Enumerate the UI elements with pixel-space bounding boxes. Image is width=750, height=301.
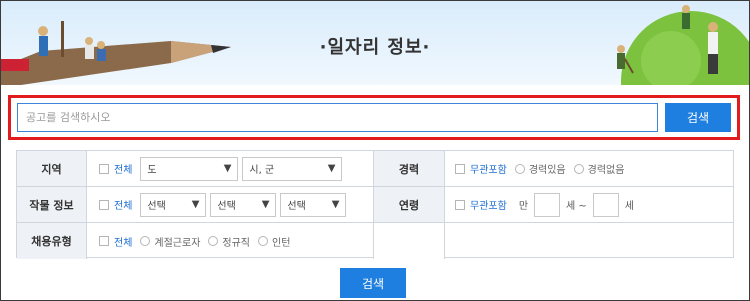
search-button[interactable]: 검색 [665,103,731,132]
chevron-down-icon: ▼ [223,163,232,174]
career-yes-radio[interactable]: 경력있음 [514,161,566,176]
crop-select-2[interactable]: 선택 ▼ [210,192,277,217]
career-no-label: 경력없음 [587,165,625,176]
search-box-highlight: 검색 [8,95,740,140]
radio-icon [258,236,269,246]
career-any-label: 무관포함 [470,165,507,176]
age-from-input[interactable] [534,192,561,217]
chevron-down-icon: ▼ [331,199,340,210]
crop-all-label: 전체 [114,201,133,212]
crop-select-1-value: 선택 [147,201,166,212]
employment-cell: 전체 계절근로자 정규직 인턴 [99,223,373,259]
employment-seasonal-radio[interactable]: 계절근로자 [140,234,200,249]
employment-intern-label: 인턴 [272,237,291,249]
banner: ·일자리 정보· [1,1,749,85]
radio-icon [514,163,525,174]
city-select[interactable]: 시, 군 ▼ [242,156,343,181]
apple-figures-illustration [617,5,749,85]
province-select-value: 도 [147,165,157,176]
city-select-value: 시, 군 [249,165,275,176]
employment-intern-radio[interactable]: 인턴 [258,234,290,249]
province-select[interactable]: 도 ▼ [140,156,239,181]
crop-cell: 전체 선택 ▼ 선택 ▼ 선택 ▼ [99,187,373,222]
career-any-checkbox[interactable] [455,163,465,174]
employment-all-checkbox[interactable] [99,236,109,246]
radio-icon [140,236,151,246]
crop-select-3[interactable]: 선택 ▼ [280,192,347,217]
age-any-label: 무관포함 [470,201,507,212]
age-label: 연령 [373,187,445,222]
career-yes-label: 경력있음 [528,165,566,176]
crop-label: 작물 정보 [17,187,87,222]
crop-select-2-value: 선택 [217,201,236,212]
filter-table: 지역 전체 도 ▼ 시, 군 ▼ 경력 무관포함 경력있음 경력없음 작물 정보… [16,150,734,259]
filter-row-employment: 채용유형 전체 계절근로자 정규직 인턴 [17,223,733,259]
crop-all-checkbox[interactable] [99,199,109,210]
age-cell: 무관포함 만 세 ~ 세 [455,187,731,222]
filter-search-button[interactable]: 검색 [340,268,406,298]
filter-row-region: 지역 전체 도 ▼ 시, 군 ▼ 경력 무관포함 경력있음 경력없음 [17,151,733,187]
career-label: 경력 [373,151,445,186]
region-all-checkbox[interactable] [99,163,109,174]
employment-fulltime-radio[interactable]: 정규직 [208,234,250,249]
crop-select-1[interactable]: 선택 ▼ [140,192,207,217]
chevron-down-icon: ▼ [261,199,270,210]
career-no-radio[interactable]: 경력없음 [573,161,625,176]
age-prefix: 만 [518,201,529,212]
age-any-checkbox[interactable] [455,199,465,210]
employment-label: 채용유형 [17,223,87,259]
radio-icon [208,236,219,246]
chevron-down-icon: ▼ [327,163,336,174]
career-cell: 무관포함 경력있음 경력없음 [455,151,731,186]
empty-label-cell [373,223,445,259]
search-input[interactable] [17,103,658,132]
age-to-unit: 세 [624,201,634,212]
region-label: 지역 [17,151,87,186]
region-all-label: 전체 [114,165,133,176]
radio-icon [573,163,584,174]
employment-all-label: 전체 [114,237,133,249]
employment-seasonal-label: 계절근로자 [154,237,201,249]
filter-row-crop: 작물 정보 전체 선택 ▼ 선택 ▼ 선택 ▼ 연령 무관포함 만 세 ~ 세 [17,187,733,223]
age-to-input[interactable] [592,192,619,217]
age-from-unit: 세 ~ [566,201,587,212]
region-cell: 전체 도 ▼ 시, 군 ▼ [99,151,373,186]
crop-select-3-value: 선택 [287,201,306,212]
chevron-down-icon: ▼ [191,199,200,210]
employment-fulltime-label: 정규직 [222,237,251,249]
